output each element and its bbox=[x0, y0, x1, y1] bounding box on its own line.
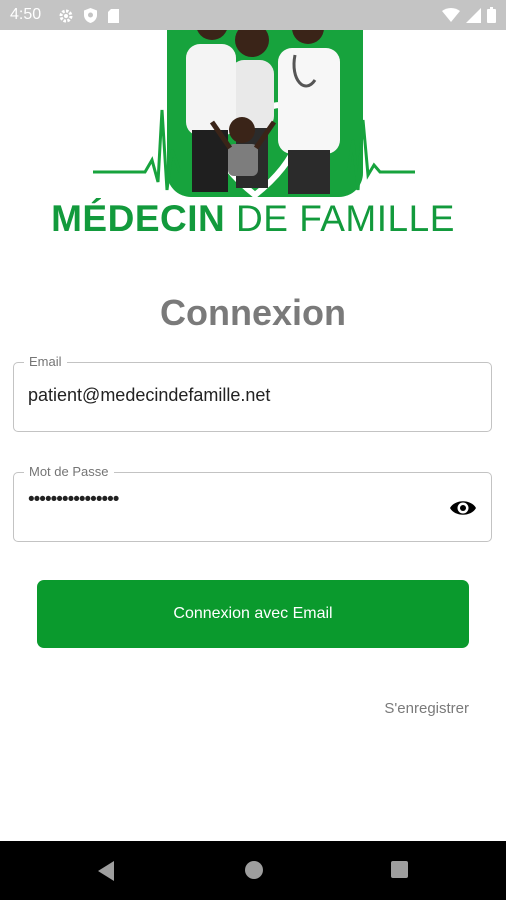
back-icon[interactable] bbox=[96, 860, 116, 882]
wifi-icon bbox=[442, 7, 460, 22]
email-field-label: Email bbox=[24, 354, 67, 369]
page-title: Connexion bbox=[160, 292, 346, 333]
sd-card-icon bbox=[108, 8, 119, 23]
register-link[interactable]: S'enregistrer bbox=[384, 700, 469, 717]
email-field[interactable]: Email patient@medecindefamille.net bbox=[13, 354, 492, 432]
password-field-label: Mot de Passe bbox=[24, 464, 114, 479]
password-field[interactable]: Mot de Passe •••••••••••••••• bbox=[13, 464, 492, 542]
gear-icon bbox=[59, 9, 73, 22]
shield-icon bbox=[84, 8, 97, 23]
battery-icon bbox=[487, 7, 496, 23]
brand-name-bold: MÉDECIN bbox=[51, 198, 226, 239]
signal-icon bbox=[466, 7, 481, 23]
status-bar: 4:50 bbox=[0, 0, 506, 30]
brand-name-rest: DE FAMILLE bbox=[225, 198, 455, 239]
home-icon[interactable] bbox=[244, 860, 264, 880]
eye-icon[interactable] bbox=[449, 497, 477, 519]
status-left-icons bbox=[58, 7, 120, 24]
status-time: 4:50 bbox=[10, 6, 42, 23]
navigation-bar bbox=[0, 841, 506, 900]
status-right-icons bbox=[442, 7, 496, 23]
email-field-value[interactable]: patient@medecindefamille.net bbox=[28, 385, 270, 406]
login-with-email-button[interactable]: Connexion avec Email bbox=[37, 580, 469, 648]
password-field-value[interactable]: •••••••••••••••• bbox=[28, 489, 119, 511]
recents-icon[interactable] bbox=[390, 860, 409, 879]
brand-name: MÉDECIN DE FAMILLE bbox=[0, 198, 506, 240]
